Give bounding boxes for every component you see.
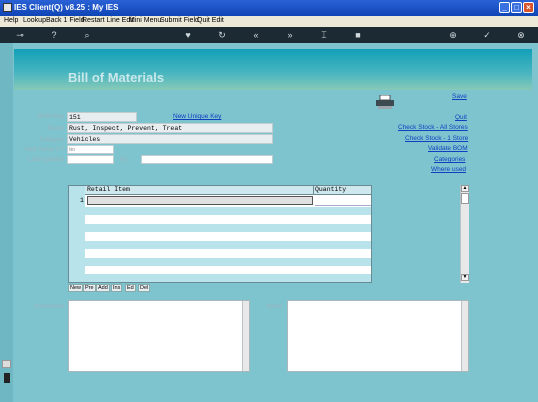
instructions-scrollbar[interactable]	[242, 301, 249, 371]
by-label: By	[120, 157, 128, 163]
next-serial-field[interactable]: No	[67, 145, 114, 154]
help-icon[interactable]: ?	[48, 29, 60, 41]
grid-ins-button[interactable]: Ins	[111, 284, 123, 292]
bom-key-label: BOM Key	[38, 114, 64, 120]
notes-label: Notes	[266, 304, 282, 310]
confirm-icon[interactable]: ✓	[481, 29, 493, 41]
menu-back-1-field[interactable]: Back 1 Field	[46, 17, 85, 24]
toolbar: ⊸ ? ⌕ ♥ ↻ « » ⌶ ■ ⊕ ✓ ⊗	[0, 27, 538, 43]
scroll-down-icon[interactable]: ▼	[461, 274, 469, 281]
grid-pre-button[interactable]: Pre	[83, 284, 96, 292]
menu-quit-edit[interactable]: Quit Edit	[197, 17, 224, 24]
check-stock-1-store-link[interactable]: Check Stock - 1 Store	[405, 135, 468, 142]
grid-header: Retail Item Quantity	[85, 186, 371, 195]
grid-row-stripe	[85, 258, 371, 266]
refresh-icon[interactable]: ↻	[216, 29, 228, 41]
next-serial-label: Next Serial # ?	[24, 147, 64, 153]
menu-submit-field[interactable]: Submit Field	[160, 17, 199, 24]
grid-scrollbar[interactable]: ▲ ▼	[460, 185, 469, 283]
window-title: IES Client(Q) v8.25 : My IES	[14, 3, 119, 12]
search-icon[interactable]: ⌕	[81, 29, 93, 41]
column-divider	[313, 186, 314, 194]
bom-key-field[interactable]: 151	[67, 112, 137, 122]
grid-row-stripe	[85, 241, 371, 249]
save-link[interactable]: Save	[452, 93, 467, 100]
maximize-icon[interactable]: □	[511, 2, 522, 13]
heart-icon[interactable]: ♥	[182, 29, 194, 41]
last-updated-field[interactable]	[67, 155, 114, 164]
quit-link[interactable]: Quit	[455, 114, 467, 121]
grid-ed-button[interactable]: Ed	[125, 284, 136, 292]
cancel-icon[interactable]: ⊗	[515, 29, 527, 41]
notes-scrollbar[interactable]	[461, 301, 468, 371]
page-header: Bill of Materials	[14, 49, 532, 90]
bom-items-grid: Retail Item Quantity 1	[68, 185, 372, 283]
grid-row-stripe	[85, 274, 371, 282]
minimize-icon[interactable]: _	[499, 2, 510, 13]
add-icon[interactable]: ⊕	[447, 29, 459, 41]
category-label: Category	[39, 137, 64, 143]
scroll-thumb[interactable]	[461, 193, 469, 204]
menu-mini-menu[interactable]: Mini Menu	[129, 17, 161, 24]
menu-bar: Help Lookup Back 1 Field Restart Line Ed…	[0, 16, 538, 27]
side-tab[interactable]	[2, 360, 11, 368]
retail-item-cell-input[interactable]	[87, 196, 313, 205]
menu-restart-line-edit[interactable]: Restart Line Edit	[82, 17, 134, 24]
left-panel-strip	[0, 43, 13, 402]
fast-forward-icon[interactable]: »	[284, 29, 296, 41]
grid-row-stripe	[85, 224, 371, 232]
instructions-label: Instructions	[33, 304, 64, 310]
column-retail-item: Retail Item	[87, 186, 130, 193]
menu-lookup[interactable]: Lookup	[23, 17, 46, 24]
grid-add-button[interactable]: Add	[96, 284, 110, 292]
side-marker-icon	[4, 373, 10, 383]
category-field[interactable]: Vehicles	[67, 134, 273, 144]
close-icon[interactable]: ×	[523, 2, 534, 13]
rewind-icon[interactable]: «	[250, 29, 262, 41]
categories-link[interactable]: Categories	[434, 156, 465, 163]
scroll-up-icon[interactable]: ▲	[461, 185, 469, 192]
quantity-cell-input[interactable]	[315, 196, 371, 206]
instructions-textarea[interactable]	[68, 300, 250, 372]
last-updated-label: Last Updated	[28, 157, 64, 163]
stop-icon[interactable]: ■	[352, 29, 364, 41]
print-icon[interactable]	[375, 94, 395, 109]
notes-textarea[interactable]	[287, 300, 469, 372]
by-field[interactable]	[141, 155, 273, 164]
grid-new-button[interactable]: New	[68, 284, 84, 292]
app-icon	[3, 3, 12, 12]
grid-del-button[interactable]: Del	[138, 284, 151, 292]
column-quantity: Quantity	[315, 186, 347, 193]
name-label: Name	[47, 126, 64, 132]
name-field[interactable]: Rust, Inspect, Prevent, Treat	[67, 123, 273, 133]
menu-help[interactable]: Help	[4, 17, 18, 24]
grid-row-stripe	[85, 207, 371, 215]
window-title-bar: IES Client(Q) v8.25 : My IES _ □ ×	[0, 0, 538, 16]
edit-icon[interactable]: ⌶	[318, 29, 330, 41]
check-stock-all-stores-link[interactable]: Check Stock - All Stores	[398, 124, 468, 131]
row-number: 1	[80, 197, 84, 204]
where-used-link[interactable]: Where used	[431, 166, 466, 173]
new-unique-key-link[interactable]: New Unique Key	[173, 113, 221, 120]
validate-bom-link[interactable]: Validate BOM	[428, 145, 468, 152]
key-icon[interactable]: ⊸	[10, 29, 30, 41]
page-title: Bill of Materials	[68, 70, 165, 85]
